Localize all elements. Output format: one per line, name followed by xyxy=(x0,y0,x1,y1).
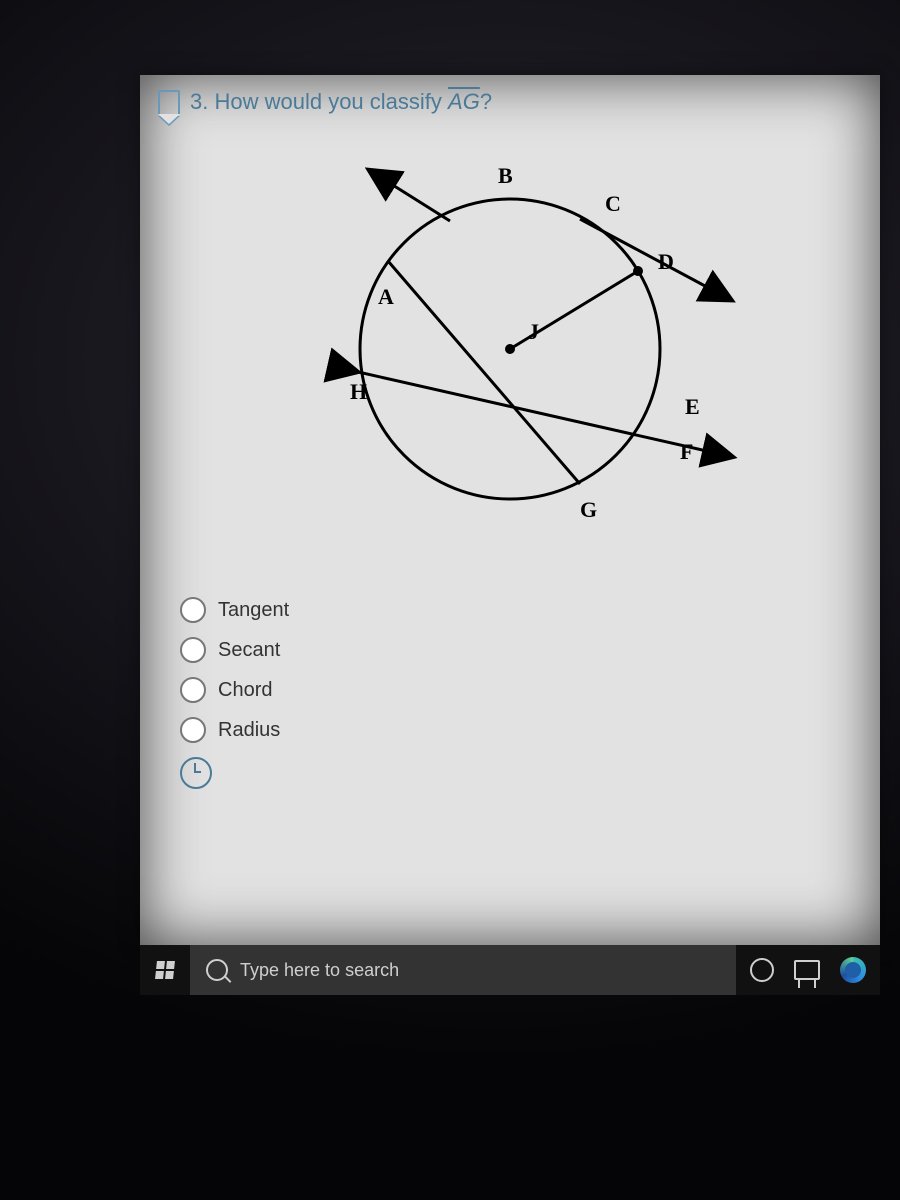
quiz-panel: 3. How would you classify AG? xyxy=(140,75,880,945)
bookmark-icon[interactable] xyxy=(158,90,180,114)
question-suffix: ? xyxy=(480,89,492,114)
windows-logo-icon xyxy=(155,961,175,979)
photo-background: 3. How would you classify AG? xyxy=(0,0,900,1200)
radio-icon[interactable] xyxy=(180,597,206,623)
label-F: F xyxy=(680,439,693,464)
edge-icon[interactable] xyxy=(840,957,866,983)
circle-diagram: A B C D E F G H J xyxy=(250,139,770,559)
taskbar-icons xyxy=(736,945,880,995)
option-label: Tangent xyxy=(218,599,289,622)
radio-icon[interactable] xyxy=(180,637,206,663)
question-segment: AG xyxy=(448,89,480,114)
option-tangent[interactable]: Tangent xyxy=(180,597,880,623)
question-number: 3. xyxy=(190,89,208,114)
question-row: 3. How would you classify AG? xyxy=(140,75,880,121)
option-chord[interactable]: Chord xyxy=(180,677,880,703)
label-E: E xyxy=(685,394,700,419)
label-J: J xyxy=(528,319,539,344)
timer-icon[interactable] xyxy=(180,757,212,789)
start-button[interactable] xyxy=(140,945,190,995)
option-radius[interactable]: Radius xyxy=(180,717,880,743)
radio-icon[interactable] xyxy=(180,717,206,743)
label-H: H xyxy=(350,379,367,404)
option-label: Chord xyxy=(218,679,272,702)
label-A: A xyxy=(378,284,394,309)
search-placeholder: Type here to search xyxy=(240,960,399,981)
option-label: Radius xyxy=(218,719,280,742)
option-label: Secant xyxy=(218,639,280,662)
task-view-icon[interactable] xyxy=(794,960,820,980)
question-text: 3. How would you classify AG? xyxy=(190,89,492,115)
windows-taskbar: Type here to search xyxy=(140,945,880,995)
label-D: D xyxy=(658,249,674,274)
question-prefix: How would you classify xyxy=(214,89,448,114)
label-G: G xyxy=(580,497,597,522)
option-secant[interactable]: Secant xyxy=(180,637,880,663)
cortana-icon[interactable] xyxy=(750,958,774,982)
answer-options: Tangent Secant Chord Radius xyxy=(140,559,880,743)
label-B: B xyxy=(498,163,513,188)
taskbar-search[interactable]: Type here to search xyxy=(190,945,736,995)
label-C: C xyxy=(605,191,621,216)
search-icon xyxy=(206,959,228,981)
radio-icon[interactable] xyxy=(180,677,206,703)
